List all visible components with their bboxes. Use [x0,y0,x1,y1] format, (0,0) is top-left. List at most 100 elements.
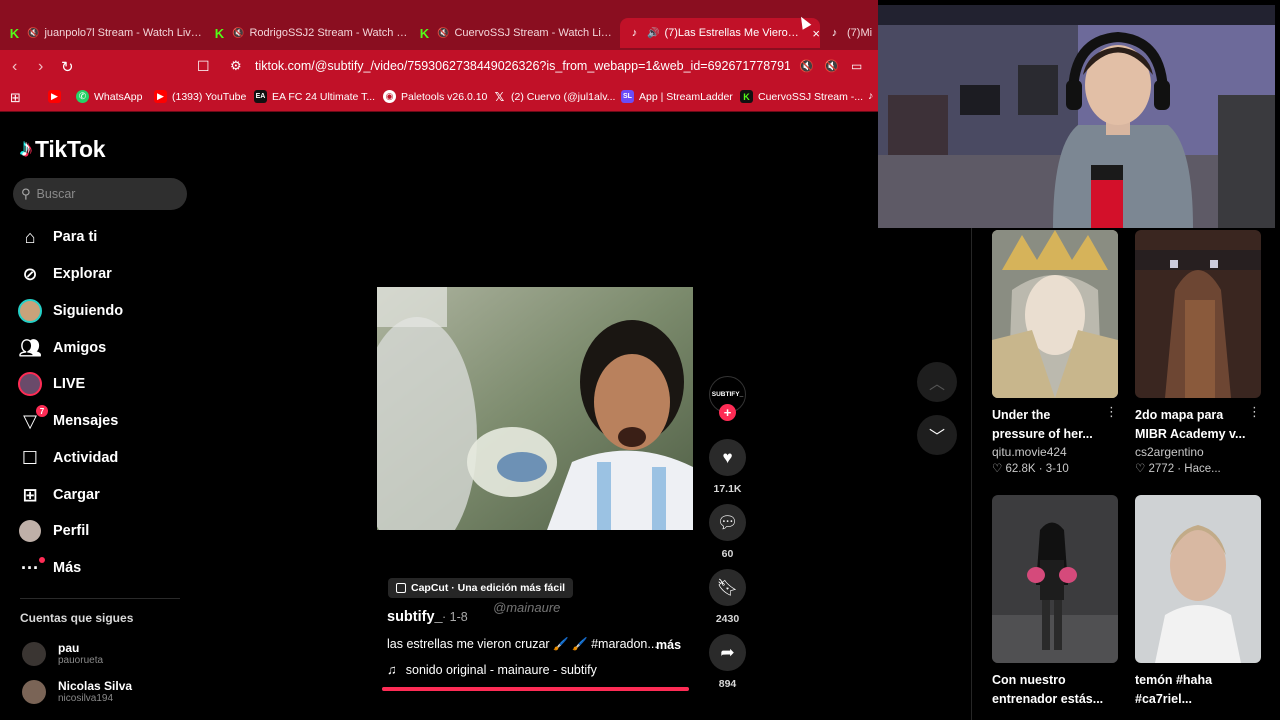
address-bar: ‹ › ↻ ☐ ⚙ tiktok.com/@subtify_/video/759… [0,50,878,84]
close-tab-icon[interactable]: × [812,26,820,41]
avatar [22,641,46,666]
bookmark-item[interactable]: SL App | StreamLadder [621,90,733,103]
bookmark-icon[interactable]: ☐ [197,58,210,75]
save-action[interactable]: 🔖︎ 2430 [709,569,746,625]
nav-upload[interactable]: ⊞ Cargar [18,483,99,507]
related-video-title: Under the pressure of her... [992,408,1093,441]
bookmark-icon[interactable]: 🔖︎ [709,569,746,606]
thumbnail-image [1135,230,1261,398]
followed-account[interactable]: Nicolas Silva nicosilva194 [22,679,132,704]
browser-tab[interactable]: K 🔇 CuervoSSJ Stream - Watch Live o [418,18,614,48]
share-icon[interactable]: ➦ [709,634,746,671]
browser-tab-active[interactable]: ♪ 🔊 (7)Las Estrellas Me Vieron Cru × [620,18,820,48]
comment-action[interactable]: 💬︎ 60 [709,504,746,560]
search-input[interactable] [36,187,177,201]
nav-more[interactable]: ··· Más [18,556,81,580]
nav-friends[interactable]: 👥︎ Amigos [18,336,107,360]
video-thumbnail[interactable] [992,495,1118,663]
webcam-overlay [878,5,1275,228]
nav-following[interactable]: Siguiendo [18,299,123,323]
heart-icon[interactable]: ♥ [709,439,746,476]
video-thumbnail[interactable] [992,230,1118,398]
previous-video-button[interactable]: ︿ [917,362,957,402]
nav-explore[interactable]: ⊘ Explorar [18,262,111,286]
related-video-card[interactable]: temón #haha #ca7riel... [1135,495,1261,709]
kebab-menu-icon[interactable]: ⋮ [1248,404,1261,420]
related-panel-divider [971,228,972,720]
friends-icon: 👥︎ [18,337,42,358]
video-author[interactable]: subtify_ [387,609,443,625]
nav-live[interactable]: LIVE [18,372,85,396]
nav-profile[interactable]: Perfil [18,519,89,543]
kebab-menu-icon[interactable]: ⋮ [1105,404,1118,420]
browser-tab[interactable]: K 🔇 RodrigoSSJ2 Stream - Watch Live [213,18,409,48]
related-video-card[interactable]: Under the pressure of her... ⋮ qitu.movi… [992,230,1118,475]
site-settings-icon[interactable]: ⚙ [230,58,242,74]
bookmark-item[interactable]: ✆ WhatsApp [76,90,142,103]
apps-grid-icon[interactable]: ⊞ [10,90,21,106]
kick-icon: K [740,90,753,103]
url-field[interactable]: tiktok.com/@subtify_/video/7593062738449… [255,59,790,73]
bookmark-item[interactable]: K CuervoSSJ Stream -... [740,90,863,103]
next-video-button[interactable]: ﹀ [917,415,957,455]
forward-icon[interactable]: › [38,58,43,76]
video-progress-bar[interactable] [382,687,689,691]
back-icon[interactable]: ‹ [12,58,17,76]
comment-icon[interactable]: 💬︎ [709,504,746,541]
speaker-icon[interactable]: 🔊 [647,28,659,39]
mute-icon[interactable]: 🔇 [824,59,839,73]
nav-for-you[interactable]: ⌂ Para ti [18,225,98,249]
bookmarks-bar: ⊞ ▶ ✆ WhatsApp ▶ (1393) YouTube EA EA FC… [0,84,878,112]
video-player[interactable] [377,287,693,530]
nav-activity[interactable]: ☐ Actividad [18,446,118,470]
sidebar-divider [20,598,180,599]
tiktok-logo[interactable]: ♪ TikTok [20,135,106,163]
related-video-title: Con nuestro entrenador estás... [992,673,1104,706]
related-video-card[interactable]: 2do mapa para MIBR Academy v... ⋮ cs2arg… [1135,230,1261,475]
browser-tab[interactable]: K 🔇 juanpolo7l Stream - Watch Live o [8,18,204,48]
caption-more-link[interactable]: más [656,638,681,652]
video-sound[interactable]: ♫ sonido original - mainaure - subtify [387,662,597,677]
followed-account[interactable]: pau pauorueta [22,641,103,666]
follow-plus-button[interactable]: + [719,404,736,421]
capcut-badge[interactable]: CapCut · Una edición más fácil [388,578,574,598]
bookmark-item[interactable]: EA EA FC 24 Ultimate T... [254,90,375,103]
muted-icon[interactable]: 🔇 [437,28,449,39]
nav-messages[interactable]: ▽ 7 Mensajes [18,405,118,433]
youtube-icon: ▶ [48,90,61,103]
paletools-icon: ◉ [383,90,396,103]
share-action[interactable]: ➦ 894 [709,634,746,690]
bookmark-item[interactable]: ▶ (1393) YouTube [154,90,246,103]
webcam-feed [878,5,1275,228]
related-video-card[interactable]: Con nuestro entrenador estás... [992,495,1118,709]
profile-avatar-wrap [18,519,42,543]
bookmark-item[interactable]: ▶ [48,90,66,103]
like-count: 17.1K [713,483,742,495]
tiktok-icon[interactable]: ♪ [868,90,873,102]
browser-tab[interactable]: ♪ (7)Mi [828,18,878,48]
video-progress-fill [382,687,689,691]
video-thumbnail[interactable] [1135,495,1261,663]
bookmark-item[interactable]: 𝕏 (2) Cuervo (@jul1alv... [493,90,616,104]
like-action[interactable]: ♥ 17.1K [709,439,746,495]
mute-icon[interactable]: 🔇 [799,59,814,73]
video-caption: las estrellas me vieron cruzar 🖌️ 🖌️ #ma… [387,637,658,651]
thumbnail-image [1135,495,1261,663]
search-icon: ⚲ [21,186,31,201]
video-thumbnail[interactable] [1135,230,1261,398]
cast-icon[interactable]: ▭ [851,59,862,73]
muted-icon[interactable]: 🔇 [232,28,244,39]
thumbnail-image [992,495,1118,663]
avatar [22,679,46,704]
related-video-user[interactable]: qitu.movie424 [992,445,1118,459]
search-box[interactable]: ⚲ [13,178,187,210]
video-frame [377,287,693,530]
muted-icon[interactable]: 🔇 [27,28,39,39]
bookmark-item[interactable]: ◉ Paletools v26.0.10 [383,90,487,103]
kick-icon: K [419,25,430,41]
related-video-user[interactable]: cs2argentino [1135,445,1261,459]
comment-count: 60 [721,548,734,560]
tiktok-note-icon: ♪ [20,135,32,162]
messages-badge: 7 [36,405,48,417]
reload-icon[interactable]: ↻ [61,58,74,76]
